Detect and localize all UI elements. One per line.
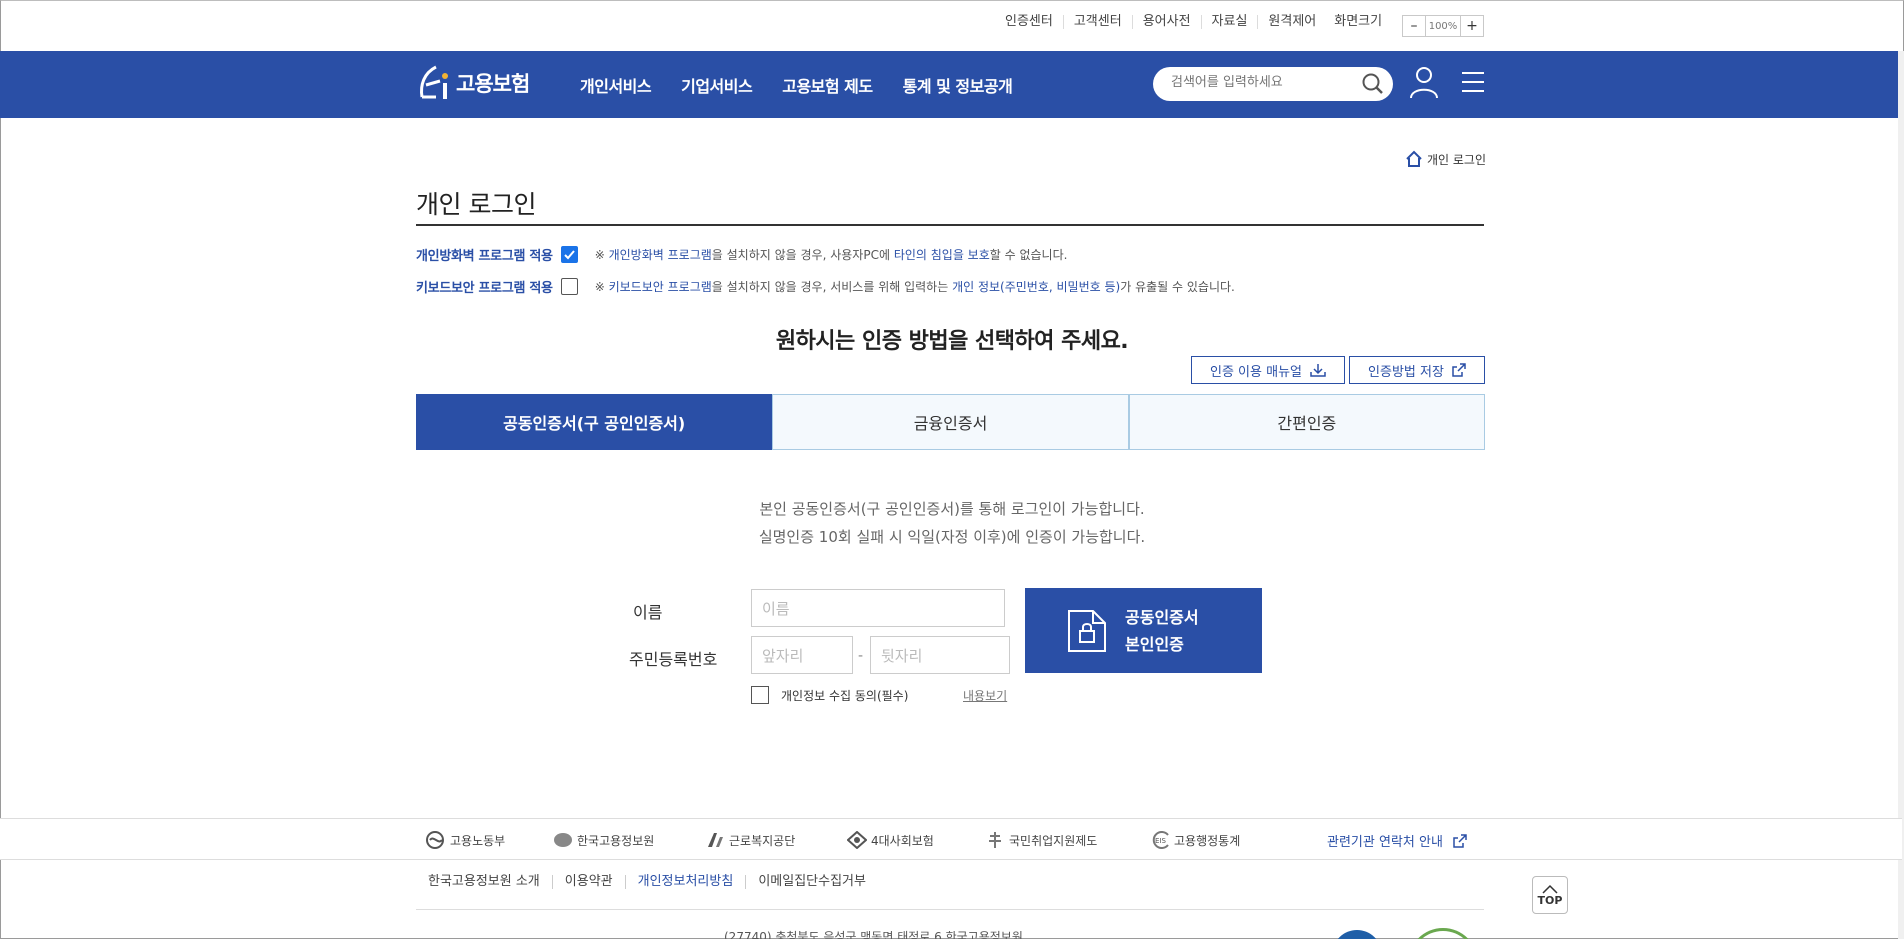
employment-support-logo-icon	[989, 832, 1001, 848]
zoom-out-button[interactable]: –	[1403, 16, 1425, 36]
footer-link-about[interactable]: 한국고용정보원 소개	[416, 875, 553, 889]
rrn-back-input[interactable]: 뒷자리	[870, 636, 1010, 674]
page-title: 개인 로그인	[416, 190, 536, 219]
zoom-value: 100%	[1425, 16, 1461, 36]
util-link-glossary[interactable]: 용어사전	[1133, 15, 1202, 29]
auth-method-tabs: 공동인증서(구 공인인증서) 금융인증서 간편인증	[416, 394, 1485, 450]
footer-address: (27740) 충청북도 음성군 맹동면 태정로 6 한국고용정보원	[724, 930, 1023, 939]
org-comwel[interactable]: 근로복지공단	[705, 831, 795, 849]
check-icon	[564, 250, 575, 260]
eis-logo-icon: EIS	[1152, 831, 1169, 849]
external-link-icon	[1452, 363, 1466, 377]
hamburger-menu-icon[interactable]	[1460, 69, 1486, 95]
menu-personal-service[interactable]: 개인서비스	[580, 73, 652, 97]
menu-statistics[interactable]: 통계 및 정보공개	[903, 73, 1013, 97]
scroll-top-button[interactable]: TOP	[1532, 876, 1568, 914]
chevron-up-icon	[1542, 884, 1558, 894]
logo-text: 고용보험	[456, 72, 530, 96]
util-link-customer-center[interactable]: 고객센터	[1064, 15, 1133, 29]
logo-mark-icon	[420, 65, 448, 99]
cert-auth-text: 공동인증서 본인인증	[1125, 604, 1199, 658]
name-label: 이름	[633, 603, 663, 622]
util-link-remote-control[interactable]: 원격제어	[1258, 15, 1324, 29]
search-icon[interactable]	[1361, 72, 1385, 96]
download-icon	[1310, 364, 1326, 377]
zoom-control: – 100% +	[1402, 15, 1484, 37]
external-link-icon	[1453, 833, 1467, 848]
privacy-agree-checkbox[interactable]	[751, 686, 769, 704]
privacy-view-link[interactable]: 내용보기	[963, 687, 1007, 704]
rrn-front-input[interactable]: 앞자리	[751, 636, 853, 674]
firewall-option-row: 개인방화벽 프로그램 적용 ※ 개인방화벽 프로그램을 설치하지 않을 경우, …	[416, 245, 1067, 264]
org-moel[interactable]: 고용노동부	[426, 831, 505, 849]
org-eis[interactable]: EIS 고용행정통계	[1150, 831, 1240, 849]
keis-logo-icon	[554, 833, 572, 847]
description-line-1: 본인 공동인증서(구 공인인증서)를 통해 로그인이 가능합니다.	[759, 500, 1145, 518]
footer-link-email-refusal[interactable]: 이메일집단수집거부	[746, 875, 878, 889]
search-input[interactable]	[1171, 75, 1351, 90]
related-orgs-bar: 고용노동부 한국고용정보원 근로복지공단 4대사회보험 국민취업지원제도 EIS…	[0, 818, 1902, 860]
menu-insurance-system[interactable]: 고용보험 제도	[782, 73, 873, 97]
menu-corporate-service[interactable]: 기업서비스	[681, 73, 753, 97]
comwel-logo-icon	[708, 833, 723, 847]
firewall-option-note: ※ 개인방화벽 프로그램을 설치하지 않을 경우, 사용자PC에 타인의 침입을…	[594, 248, 1068, 262]
tab-simple-auth[interactable]: 간편인증	[1128, 394, 1485, 450]
save-auth-method-label: 인증방법 저장	[1368, 364, 1444, 380]
org-contact-link[interactable]: 관련기관 연락처 안내	[1327, 831, 1467, 850]
browser-frame	[0, 0, 1904, 939]
svg-text:EIS: EIS	[1155, 837, 1166, 845]
org-keis[interactable]: 한국고용정보원	[553, 831, 654, 849]
tab-joint-certificate[interactable]: 공동인증서(구 공인인증서)	[416, 394, 773, 450]
cert-auth-button[interactable]: 공동인증서 본인인증	[1025, 588, 1262, 673]
search-box	[1153, 67, 1393, 101]
auth-manual-button[interactable]: 인증 이용 매뉴얼	[1191, 356, 1345, 384]
privacy-agree: 개인정보 수집 동의(필수)	[751, 686, 908, 704]
cert-auth-line2: 본인인증	[1125, 634, 1184, 654]
keyboard-option-label: 키보드보안 프로그램 적용	[416, 281, 553, 296]
scrollbar[interactable]	[1898, 51, 1904, 939]
org-employment-support[interactable]: 국민취업지원제도	[985, 831, 1097, 849]
keyboard-option-note: ※ 키보드보안 프로그램을 설치하지 않을 경우, 서비스를 위해 입력하는 개…	[594, 280, 1235, 294]
rrn-dash: -	[858, 648, 864, 664]
name-input[interactable]: 이름	[751, 589, 1005, 627]
rrn-label: 주민등록번호	[629, 650, 718, 669]
main-header: 고용보험 개인서비스 기업서비스 고용보험 제도 통계 및 정보공개	[0, 51, 1902, 118]
footer-divider	[416, 909, 1484, 910]
certificate-icon	[1068, 609, 1106, 652]
privacy-agree-label: 개인정보 수집 동의(필수)	[781, 688, 909, 703]
home-icon[interactable]	[1405, 150, 1423, 168]
cert-auth-line1: 공동인증서	[1125, 607, 1199, 627]
site-logo[interactable]: 고용보험	[416, 63, 530, 103]
utility-links: 인증센터 고객센터 용어사전 자료실 원격제어 화면크기	[995, 15, 1390, 29]
firewall-checkbox[interactable]	[560, 246, 578, 263]
breadcrumb-current: 개인 로그인	[1427, 152, 1487, 167]
utility-bar: 인증센터 고객센터 용어사전 자료실 원격제어 화면크기 – 100% +	[0, 0, 1904, 51]
zoom-in-button[interactable]: +	[1461, 16, 1483, 36]
auth-manual-label: 인증 이용 매뉴얼	[1210, 364, 1302, 380]
footer-link-privacy[interactable]: 개인정보처리방침	[626, 875, 747, 889]
user-icon[interactable]	[1408, 65, 1440, 99]
save-auth-method-button[interactable]: 인증방법 저장	[1349, 356, 1485, 384]
zoom-label: 화면크기	[1334, 14, 1383, 29]
footer-link-terms[interactable]: 이용약관	[553, 875, 626, 889]
main-menu: 개인서비스 기업서비스 고용보험 제도 통계 및 정보공개	[580, 73, 1042, 97]
keyboard-security-checkbox[interactable]	[560, 278, 578, 295]
description-line-2: 실명인증 10회 실패 시 익일(자정 이후)에 인증이 가능합니다.	[758, 528, 1146, 546]
moel-logo-icon	[426, 831, 444, 849]
title-divider	[416, 224, 1484, 226]
org-4insure[interactable]: 4대사회보험	[847, 831, 934, 849]
breadcrumb: 개인 로그인	[1405, 150, 1486, 168]
firewall-option-label: 개인방화벽 프로그램 적용	[416, 249, 553, 264]
keyboard-option-row: 키보드보안 프로그램 적용 ※ 키보드보안 프로그램을 설치하지 않을 경우, …	[416, 277, 1235, 296]
tab-financial-certificate[interactable]: 금융인증서	[772, 394, 1129, 450]
footer-links: 한국고용정보원 소개 이용약관 개인정보처리방침 이메일집단수집거부	[416, 875, 878, 889]
util-link-auth-center[interactable]: 인증센터	[995, 15, 1064, 29]
util-link-library[interactable]: 자료실	[1202, 15, 1259, 29]
4insure-logo-icon	[847, 831, 867, 849]
choose-method-heading: 원하시는 인증 방법을 선택하여 주세요.	[775, 329, 1129, 354]
